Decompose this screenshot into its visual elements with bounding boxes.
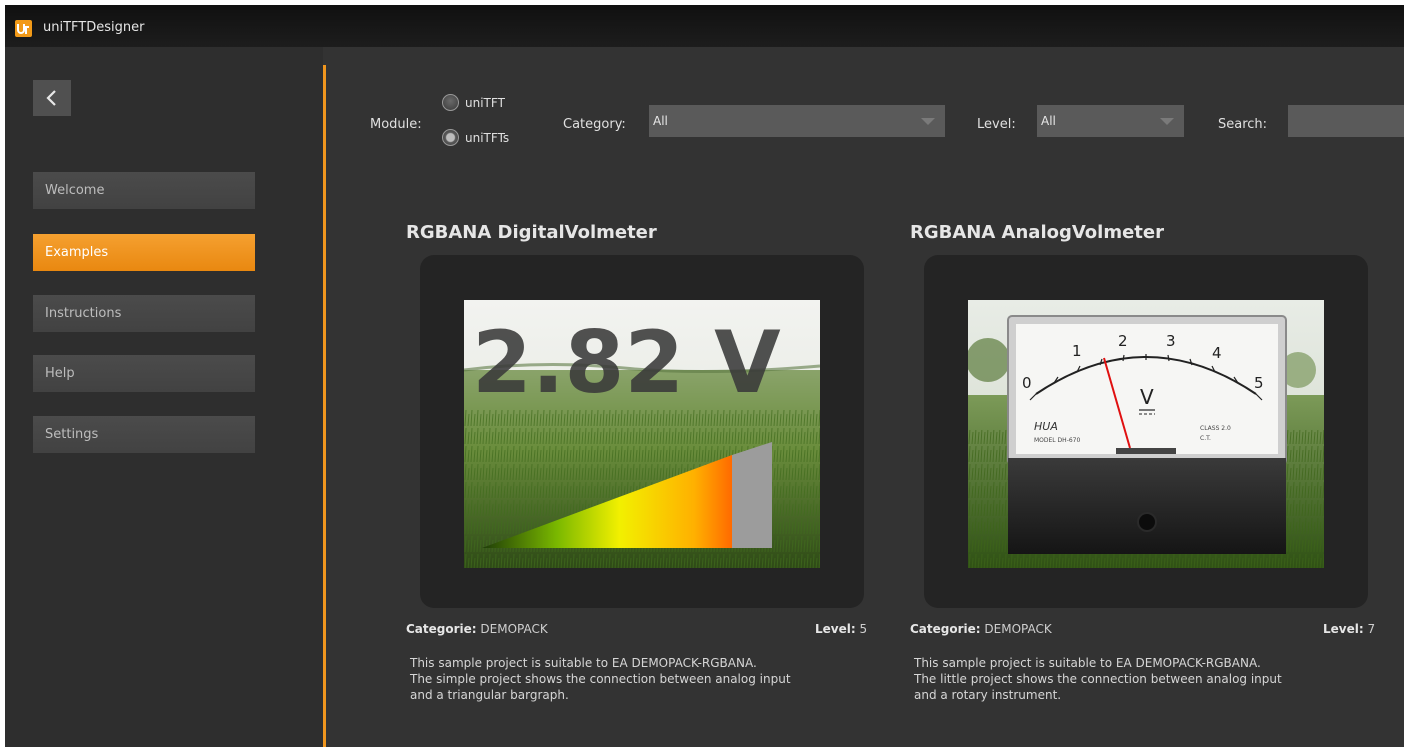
dropdown-arrow-icon xyxy=(921,118,935,125)
level-value: All xyxy=(1041,114,1056,128)
sidebar-item-settings[interactable]: Settings xyxy=(33,416,255,453)
preview-image-analog: 0 1 2 3 4 5 V HUA MODEL DH-670 CLASS 2.0… xyxy=(968,300,1324,568)
level-info-value: 5 xyxy=(859,622,868,636)
digital-readout: 2.82 V xyxy=(472,313,781,413)
category-label: Category: xyxy=(563,117,626,132)
categorie-label: Categorie: xyxy=(406,622,477,636)
categorie-value: DEMOPACK xyxy=(480,622,548,636)
categorie-digital: Categorie: DEMOPACK xyxy=(406,622,548,636)
title-bar: uniTFTDesigner xyxy=(5,5,1404,47)
description-line: This sample project is suitable to EA DE… xyxy=(410,656,757,670)
level-label: Level: xyxy=(977,117,1016,132)
radio-label-unitfts: uniTFTs xyxy=(465,130,510,145)
unitft-logo-icon xyxy=(15,20,32,37)
meter-class: CLASS 2.0 xyxy=(1200,425,1231,432)
app-title: uniTFTDesigner xyxy=(43,20,145,35)
level-analog: Level: 7 xyxy=(1323,622,1375,636)
scale-label: 2 xyxy=(1118,332,1128,350)
search-label: Search: xyxy=(1218,117,1268,132)
level-info-value: 7 xyxy=(1367,622,1376,636)
level-info-label: Level: xyxy=(815,622,856,636)
back-button[interactable] xyxy=(33,80,71,116)
sidebar: Welcome Examples Instructions Help Setti… xyxy=(5,47,323,747)
sidebar-divider xyxy=(323,65,326,747)
description-line: The simple project shows the connection … xyxy=(410,672,791,686)
example-card-analog[interactable]: 0 1 2 3 4 5 V HUA MODEL DH-670 CLASS 2.0… xyxy=(924,255,1368,608)
module-option-unitft[interactable]: uniTFT xyxy=(442,94,505,111)
level-select[interactable]: All xyxy=(1037,105,1184,137)
module-option-unitfts[interactable]: uniTFTs xyxy=(442,129,509,146)
meter-ct: C.T. xyxy=(1200,435,1211,442)
description-line: The little project shows the connection … xyxy=(914,672,1282,686)
radio-unitft[interactable] xyxy=(442,94,459,111)
description-line: and a rotary instrument. xyxy=(914,688,1062,702)
categorie-value: DEMOPACK xyxy=(984,622,1052,636)
sidebar-item-instructions[interactable]: Instructions xyxy=(33,295,255,332)
description-line: and a triangular bargraph. xyxy=(410,688,569,702)
radio-label-unitft: uniTFT xyxy=(465,95,505,110)
scale-label: 0 xyxy=(1022,374,1032,392)
example-card-digital[interactable]: 2.82 V xyxy=(420,255,864,608)
module-label: Module: xyxy=(370,117,422,132)
level-info-label: Level: xyxy=(1323,622,1364,636)
radio-unitfts[interactable] xyxy=(442,129,459,146)
category-select[interactable]: All xyxy=(649,105,945,137)
sidebar-item-examples[interactable]: Examples xyxy=(33,234,255,271)
scale-label: 1 xyxy=(1072,342,1082,360)
sidebar-item-help[interactable]: Help xyxy=(33,355,255,392)
categorie-analog: Categorie: DEMOPACK xyxy=(910,622,1052,636)
sidebar-item-welcome[interactable]: Welcome xyxy=(33,172,255,209)
level-digital: Level: 5 xyxy=(815,622,867,636)
scale-label: 5 xyxy=(1254,374,1264,392)
dropdown-arrow-icon xyxy=(1160,118,1174,125)
description-analog: This sample project is suitable to EA DE… xyxy=(914,655,1374,703)
chevron-left-icon xyxy=(46,90,56,106)
example-title-digital[interactable]: RGBANA DigitalVolmeter xyxy=(406,222,657,243)
app-window: uniTFTDesigner Welcome Examples Instruct… xyxy=(5,5,1404,747)
meter-brand: HUA xyxy=(1034,420,1058,433)
categorie-label: Categorie: xyxy=(910,622,981,636)
meter-unit: V xyxy=(1140,385,1154,409)
category-value: All xyxy=(653,114,668,128)
scale-label: 4 xyxy=(1212,344,1222,362)
meter-model: MODEL DH-670 xyxy=(1034,437,1080,444)
scale-label: 3 xyxy=(1166,332,1176,350)
description-line: This sample project is suitable to EA DE… xyxy=(914,656,1261,670)
search-input[interactable] xyxy=(1288,105,1404,137)
description-digital: This sample project is suitable to EA DE… xyxy=(410,655,870,703)
example-title-analog[interactable]: RGBANA AnalogVolmeter xyxy=(910,222,1164,243)
preview-image-digital: 2.82 V xyxy=(464,300,820,568)
